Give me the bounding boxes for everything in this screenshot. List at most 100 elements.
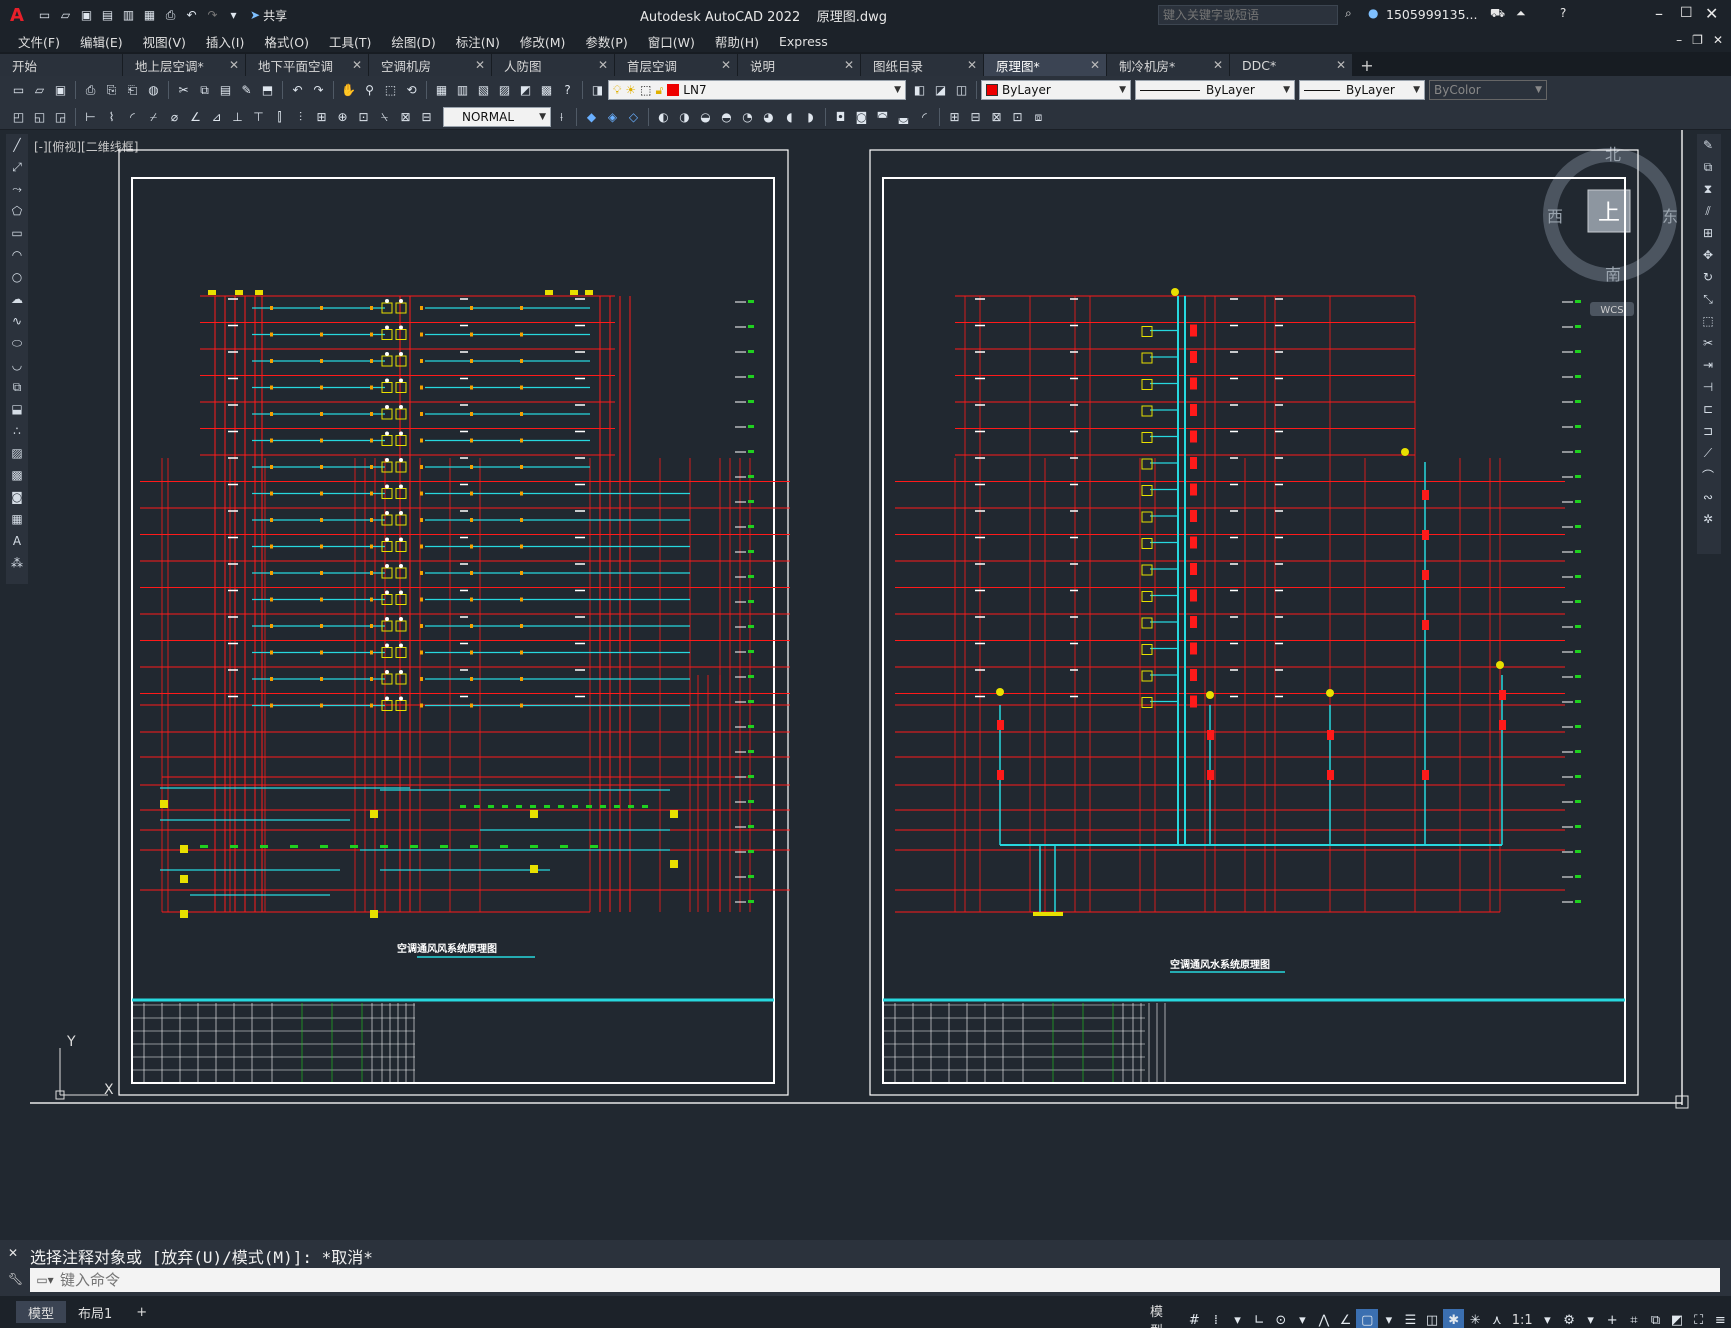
transparency-icon[interactable]: ◫ <box>1421 1309 1443 1328</box>
isolate-objects-icon[interactable]: ◩ <box>1666 1309 1688 1328</box>
dim-horizontal-icon[interactable]: ⊢ <box>81 107 100 126</box>
new-file-icon[interactable]: ▭ <box>35 6 54 25</box>
fillet-icon[interactable]: ⌒ <box>1697 464 1719 486</box>
break-icon[interactable]: ⊏ <box>1697 398 1719 420</box>
tab-civil-defense[interactable]: 人防图 ✕ <box>492 54 615 76</box>
menu-dimension[interactable]: 标注(N) <box>446 32 510 51</box>
modify-trim-icon[interactable]: ◖ <box>780 107 799 126</box>
modify-extend-icon[interactable]: ◗ <box>801 107 820 126</box>
zoom-window-icon[interactable]: ⬚ <box>381 81 400 100</box>
annotation-visibility-icon[interactable]: ✱ <box>1442 1309 1465 1328</box>
close-icon[interactable]: ✕ <box>352 58 362 72</box>
layer-states-icon[interactable]: ◫ <box>952 81 971 100</box>
redo-icon[interactable]: ↷ <box>309 81 328 100</box>
layer-previous-icon[interactable]: ◪ <box>931 81 950 100</box>
save-to-web-icon[interactable]: ▦ <box>140 6 159 25</box>
dim-jogged-icon[interactable]: ⌿ <box>144 107 163 126</box>
customize-icon[interactable]: 🔧︎ <box>8 1272 23 1286</box>
tool-palettes-icon[interactable]: ▧ <box>474 81 493 100</box>
ortho-icon[interactable]: ∟ <box>1248 1309 1270 1328</box>
offset-icon[interactable]: ⫽ <box>1697 200 1719 222</box>
model-space-toggle[interactable]: 模型 <box>1150 1301 1176 1328</box>
dim-arc-icon[interactable]: ◲ <box>51 107 70 126</box>
new-tab-plus-icon[interactable]: + <box>1353 54 1381 76</box>
tab-basement-ac[interactable]: 地下平面空调 ✕ <box>246 54 369 76</box>
close-icon[interactable]: ✕ <box>1090 58 1100 72</box>
modify-array-icon[interactable]: ◑ <box>675 107 694 126</box>
dim-quick-icon[interactable]: ⊿ <box>207 107 226 126</box>
close-icon[interactable]: ✕ <box>1213 58 1223 72</box>
plot-icon[interactable]: ⎙ <box>81 81 100 100</box>
tab-schematic[interactable]: 原理图* ✕ <box>984 54 1107 76</box>
ellipse-icon[interactable]: ⬭ <box>6 332 28 354</box>
workspace-gear-icon[interactable]: ⚙ <box>1558 1309 1580 1328</box>
print-icon[interactable]: ⎙ <box>161 6 180 25</box>
dim-tolerance-icon[interactable]: ⊞ <box>312 107 331 126</box>
trim-icon[interactable]: ✂ <box>1697 332 1719 354</box>
tab-ac-plant-room[interactable]: 空调机房 ✕ <box>369 54 492 76</box>
layer-on-icon[interactable]: 💡︎ <box>613 83 621 98</box>
maximize-icon[interactable]: ☐ <box>1680 5 1693 21</box>
drawing-canvas[interactable]: [-][俯视][二维线框] 上 北 南 东 西 WCS 空调通风风系统原理图 空… <box>30 130 1695 1215</box>
zoom-realtime-icon[interactable]: ⚲ <box>360 81 379 100</box>
plot-preview-icon[interactable]: ⎘ <box>102 81 121 100</box>
close-icon[interactable]: ✕ <box>967 58 977 72</box>
menu-insert[interactable]: 插入(I) <box>196 32 254 51</box>
modify-offset-icon[interactable]: ◐ <box>654 107 673 126</box>
erase-icon[interactable]: ✎ <box>1697 134 1719 156</box>
dim-baseline-icon[interactable]: ⊥ <box>228 107 247 126</box>
open-folder-icon[interactable]: ▱ <box>56 6 75 25</box>
layer-dropdown[interactable]: 💡︎ ☀ ⬚ 🔓︎ LN7 ▼ <box>608 80 906 100</box>
cart-icon[interactable]: ⛟ <box>1490 6 1505 22</box>
add-selected-icon[interactable]: ⁂ <box>6 552 28 574</box>
menu-edit[interactable]: 编辑(E) <box>70 32 133 51</box>
chamfer-icon[interactable]: ⟋ <box>1697 442 1719 464</box>
open-from-web-icon[interactable]: ▥ <box>119 6 138 25</box>
pan-icon[interactable]: ✋ <box>339 81 358 100</box>
modify-move-icon[interactable]: ◒ <box>696 107 715 126</box>
close-icon[interactable]: ✕ <box>1705 4 1718 23</box>
dim-edit-icon[interactable]: ⊠ <box>396 107 415 126</box>
construction-line-icon[interactable]: ⤢ <box>6 156 28 178</box>
search-icon[interactable]: ⌕ <box>1345 6 1352 21</box>
line-icon[interactable]: ╱ <box>6 134 28 156</box>
copy-icon[interactable]: ⧉ <box>1697 156 1719 178</box>
save-icon[interactable]: ▣ <box>77 6 96 25</box>
dim-ordinate-icon[interactable]: ⌇ <box>102 107 121 126</box>
tab-chiller-room[interactable]: 制冷机房* ✕ <box>1107 54 1230 76</box>
viewcube-north[interactable]: 北 <box>1605 145 1621 164</box>
join-icon[interactable]: ⊐ <box>1697 420 1719 442</box>
menu-modify[interactable]: 修改(M) <box>510 32 576 51</box>
menu-help[interactable]: 帮助(H) <box>705 32 769 51</box>
menu-format[interactable]: 格式(O) <box>254 32 319 51</box>
menu-view[interactable]: 视图(V) <box>133 32 196 51</box>
rotate-icon[interactable]: ↻ <box>1697 266 1719 288</box>
revision-cloud-icon[interactable]: ☁ <box>6 288 28 310</box>
block-editor-icon[interactable]: ⬒ <box>258 81 277 100</box>
modify-join-icon[interactable]: ◙ <box>852 107 871 126</box>
doc-minimize-icon[interactable]: – <box>1676 33 1682 47</box>
modify-break-icon[interactable]: ◘ <box>831 107 850 126</box>
modify-scale-icon[interactable]: ◔ <box>738 107 757 126</box>
dim-jogged-linear-icon[interactable]: ⍀ <box>375 107 394 126</box>
paste-icon[interactable]: ▤ <box>216 81 235 100</box>
quick-access-menu-icon[interactable]: ▾ <box>224 6 243 25</box>
close-icon[interactable]: ✕ <box>229 58 239 72</box>
viewcube-east[interactable]: 东 <box>1662 207 1678 226</box>
minimize-icon[interactable]: – <box>1655 4 1663 23</box>
markup-icon[interactable]: ◩ <box>516 81 535 100</box>
lineweight-icon[interactable]: ☰ <box>1400 1309 1422 1328</box>
spline-icon[interactable]: ∿ <box>6 310 28 332</box>
close-icon[interactable]: ✕ <box>475 58 485 72</box>
region-icon[interactable]: ◙ <box>6 486 28 508</box>
open-icon[interactable]: ▱ <box>30 81 49 100</box>
menu-tools[interactable]: 工具(T) <box>319 32 381 51</box>
insert-block-icon[interactable]: ⊞ <box>945 107 964 126</box>
calculator-icon[interactable]: ▩ <box>537 81 556 100</box>
dim-radius-icon[interactable]: ◜ <box>123 107 142 126</box>
undo-icon[interactable]: ↶ <box>182 6 201 25</box>
match-properties-icon[interactable]: ✎ <box>237 81 256 100</box>
region-icon[interactable]: ⧈ <box>1029 107 1048 126</box>
help-icon[interactable]: ? <box>1560 6 1566 20</box>
dim-angular-icon[interactable]: ∠ <box>186 107 205 126</box>
